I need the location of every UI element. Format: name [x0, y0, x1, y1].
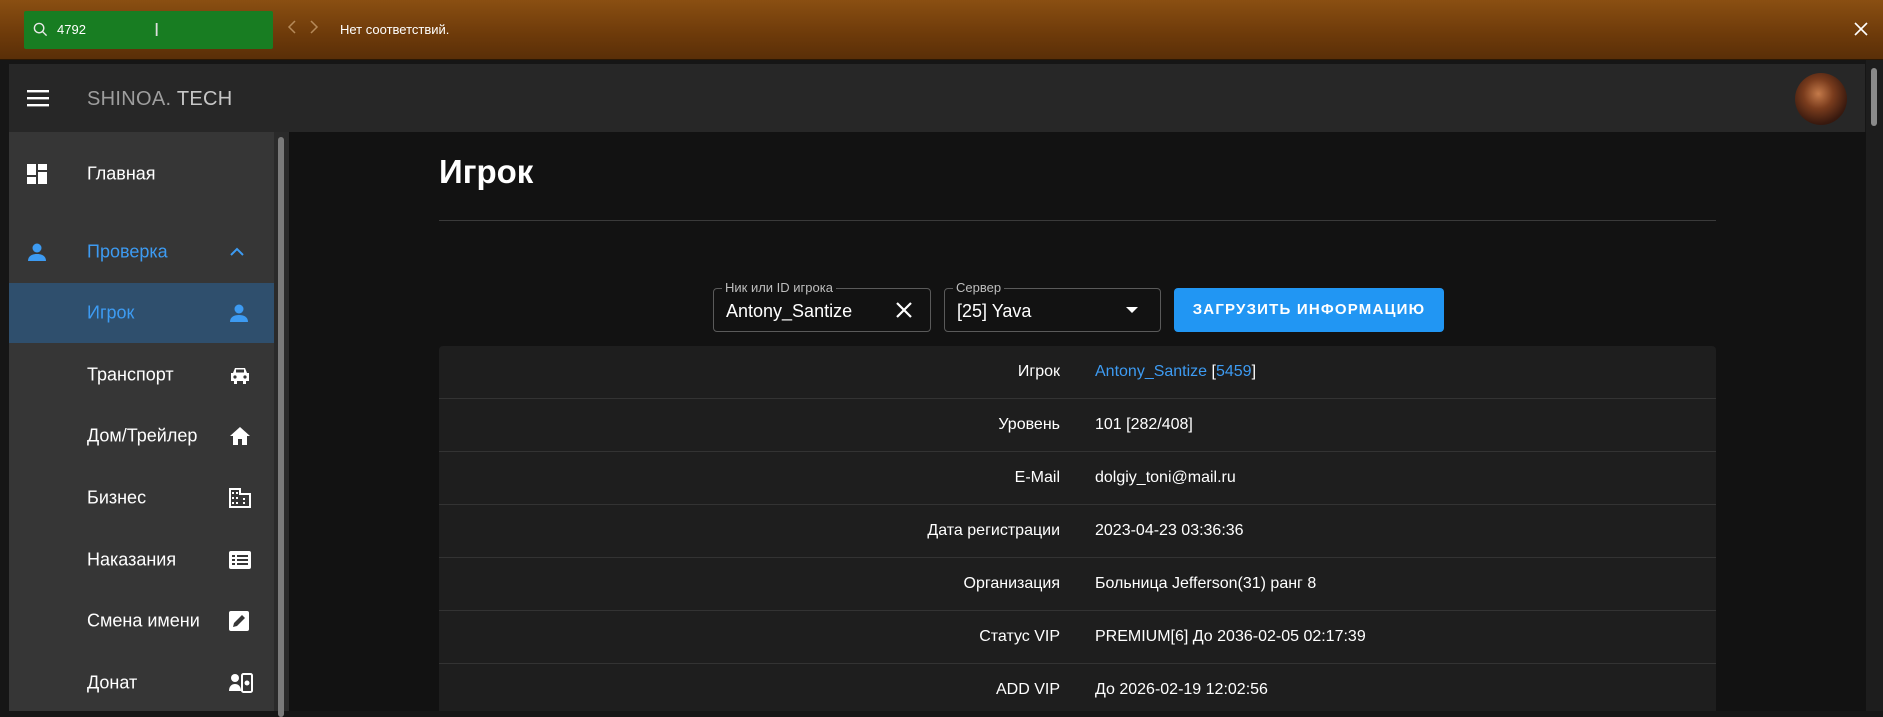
row-key: Организация	[963, 575, 1061, 592]
row-key: Уровень	[998, 416, 1060, 433]
sidebar-item-punishments[interactable]: Наказания	[9, 530, 274, 590]
chevron-down-icon	[1126, 307, 1138, 313]
row-value: dolgiy_toni@mail.ru	[1095, 469, 1236, 486]
main-content: Игрок Ник или ID игрока Antony_Santize С…	[289, 132, 1866, 711]
server-select-label: Сервер	[953, 280, 1005, 295]
load-info-button[interactable]: ЗАГРУЗИТЬ ИНФОРМАЦИЮ	[1174, 288, 1444, 332]
chevron-up-icon	[230, 247, 244, 256]
table-row: Игрок Antony_Santize [5459]	[439, 346, 1716, 399]
sidebar-item-label: Донат	[87, 672, 138, 693]
row-value: До 2026-02-19 12:02:56	[1095, 681, 1268, 698]
person-icon	[28, 243, 46, 261]
find-query: 4792	[57, 22, 86, 37]
sidebar-item-label: Бизнес	[87, 487, 147, 508]
person-icon	[230, 304, 248, 322]
sidebar-item-label: Проверка	[87, 241, 168, 262]
sidebar: Главная Проверка Игрок Транспорт Дом/Тре…	[9, 132, 274, 711]
row-key: E-Mail	[1014, 469, 1060, 486]
player-info-table: Игрок Antony_Santize [5459] Уровень 101 …	[439, 346, 1716, 711]
find-status: Нет соответствий.	[340, 22, 450, 37]
sidebar-item-name-change[interactable]: Смена имени	[9, 591, 274, 651]
row-value: 2023-04-23 03:36:36	[1095, 522, 1244, 539]
server-select-value: [25] Yava	[957, 301, 1032, 321]
brand-name: SHINOA.	[87, 88, 172, 110]
table-row: Статус VIP PREMIUM[6] До 2036-02-05 02:1…	[439, 611, 1716, 664]
player-name-link[interactable]: Antony_Santize	[1095, 363, 1207, 380]
sidebar-item-label: Смена имени	[87, 610, 200, 631]
find-input[interactable]: 4792 I	[24, 11, 273, 49]
sidebar-item-label: Игрок	[87, 302, 135, 323]
search-icon	[33, 22, 48, 37]
table-row: Уровень 101 [282/408]	[439, 399, 1716, 452]
table-row: E-Mail dolgiy_toni@mail.ru	[439, 452, 1716, 505]
sidebar-item-check[interactable]: Проверка	[9, 222, 274, 282]
nick-field-value[interactable]: Antony_Santize	[726, 301, 852, 322]
bracket-close: ]	[1251, 363, 1257, 380]
row-value: Больница Jefferson(31) ранг 8	[1095, 575, 1317, 592]
nick-field[interactable]: Ник или ID игрока Antony_Santize	[713, 280, 931, 332]
row-key: Игрок	[1017, 363, 1060, 380]
brand-logo[interactable]: SHINOA. TECH	[87, 88, 233, 111]
avatar[interactable]	[1795, 73, 1847, 125]
row-value: PREMIUM[6] До 2036-02-05 02:17:39	[1095, 628, 1366, 645]
sidebar-item-label: Дом/Трейлер	[87, 425, 198, 446]
find-bar: 4792 I Нет соответствий.	[0, 0, 1883, 60]
close-icon[interactable]	[1852, 20, 1870, 38]
donate-icon	[229, 673, 253, 693]
page-title: Игрок	[439, 153, 534, 190]
bracket-open: [	[1207, 363, 1216, 380]
sidebar-item-label: Транспорт	[87, 364, 174, 385]
row-key: ADD VIP	[995, 681, 1060, 698]
table-row: Дата регистрации 2023-04-23 03:36:36	[439, 505, 1716, 558]
car-icon	[231, 368, 249, 384]
edit-icon	[229, 611, 249, 631]
table-row: Организация Больница Jefferson(31) ранг …	[439, 558, 1716, 611]
sidebar-item-label: Главная	[87, 163, 156, 184]
sidebar-item-home[interactable]: Главная	[9, 144, 274, 204]
row-key: Статус VIP	[979, 628, 1060, 645]
sidebar-item-donate[interactable]: Донат	[9, 653, 274, 713]
row-value: 101 [282/408]	[1095, 416, 1193, 433]
row-value: Antony_Santize [5459]	[1095, 363, 1256, 381]
sidebar-scrollbar[interactable]	[274, 132, 289, 717]
player-id-link[interactable]: 5459	[1216, 363, 1252, 380]
table-row: ADD VIP До 2026-02-19 12:02:56	[439, 664, 1716, 711]
sidebar-item-label: Наказания	[87, 549, 177, 570]
sidebar-item-house[interactable]: Дом/Трейлер	[9, 406, 274, 466]
page-scrollbar[interactable]	[1866, 60, 1883, 711]
server-select[interactable]: Сервер [25] Yava	[944, 280, 1161, 332]
previous-match-icon[interactable]	[286, 19, 298, 35]
menu-icon[interactable]	[27, 89, 49, 107]
business-icon	[229, 488, 251, 508]
sidebar-item-business[interactable]: Бизнес	[9, 468, 274, 528]
nick-field-label: Ник или ID игрока	[722, 280, 836, 295]
sidebar-item-transport[interactable]: Транспорт	[9, 345, 274, 405]
dashboard-icon	[27, 164, 47, 184]
divider	[439, 220, 1716, 221]
text-cursor-icon: I	[154, 20, 160, 41]
sidebar-scrollbar-thumb[interactable]	[278, 137, 284, 717]
next-match-icon[interactable]	[308, 19, 320, 35]
home-icon	[230, 427, 250, 445]
brand-suffix: TECH	[176, 88, 233, 110]
app-bar: SHINOA. TECH	[9, 64, 1865, 132]
list-icon	[229, 551, 251, 569]
row-key: Дата регистрации	[927, 522, 1060, 539]
clear-icon[interactable]	[894, 300, 914, 320]
sidebar-item-player[interactable]: Игрок	[9, 283, 274, 343]
page-scrollbar-thumb[interactable]	[1871, 68, 1877, 126]
